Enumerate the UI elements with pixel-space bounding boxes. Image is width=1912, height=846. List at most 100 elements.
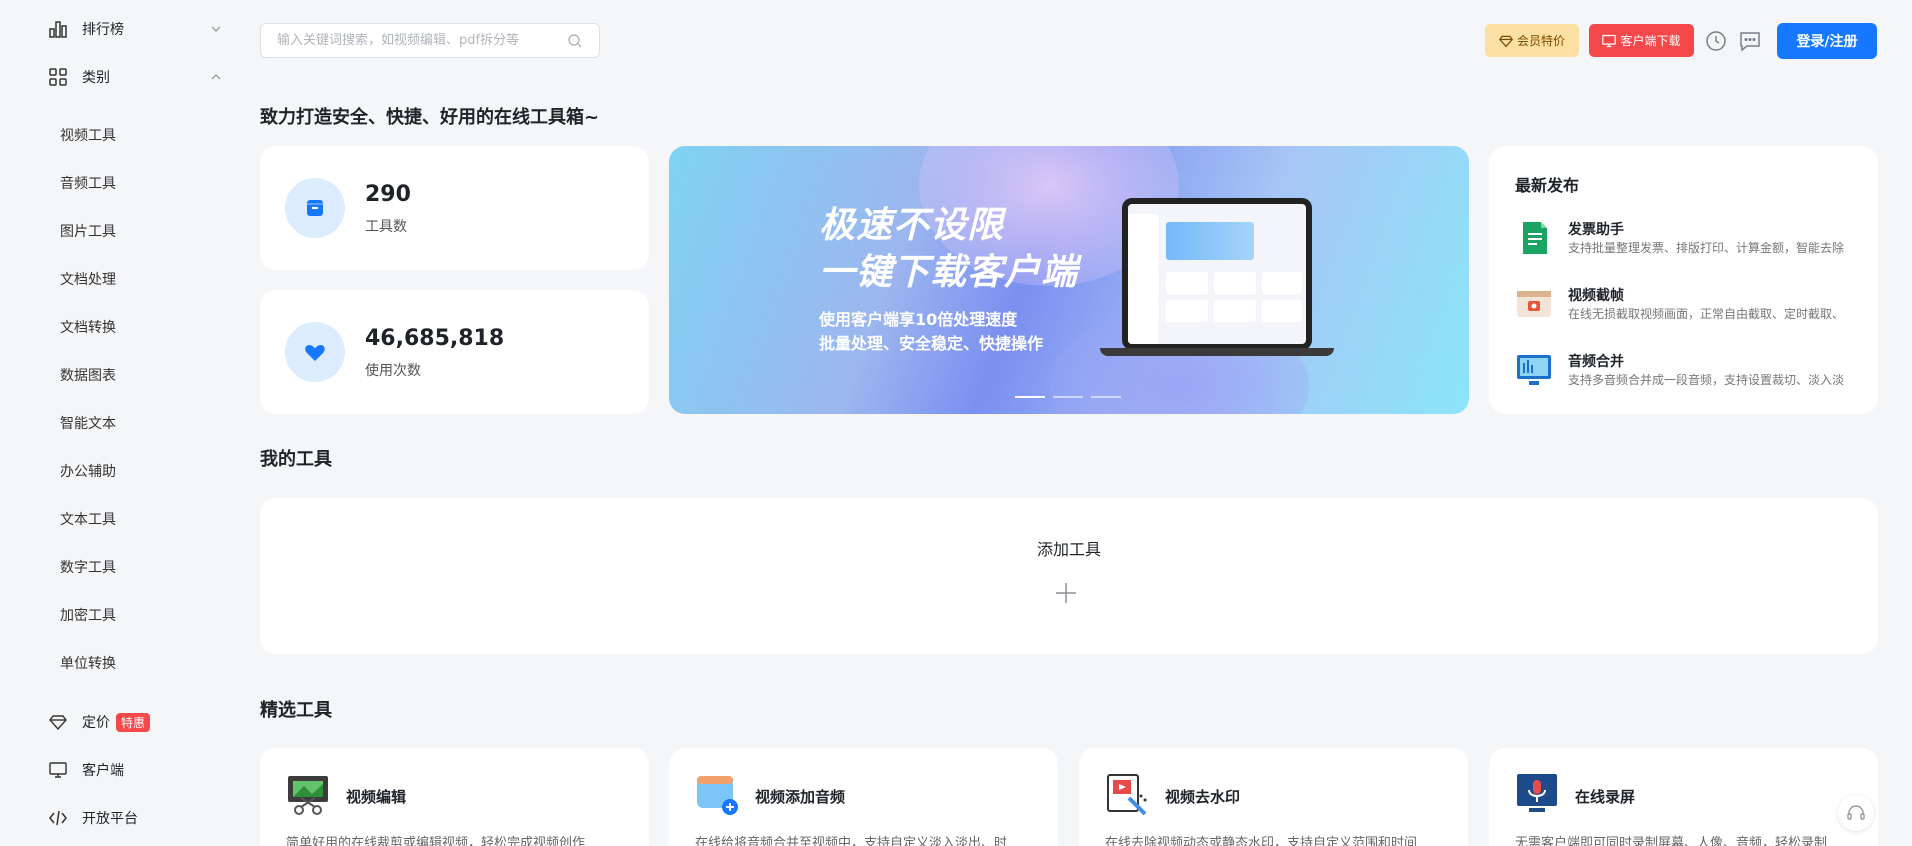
chevron-up-icon <box>211 74 221 80</box>
featured-tools-title: 精选工具 <box>260 700 332 721</box>
stat-icon-circle <box>285 322 345 382</box>
sidebar-item-video-tools[interactable]: 视频工具 <box>60 121 116 149</box>
login-register-button[interactable]: 登录/注册 <box>1777 23 1877 59</box>
client-download-button[interactable]: 客户端下载 <box>1589 24 1694 57</box>
heart-icon <box>305 345 325 361</box>
video-edit-icon <box>288 776 328 815</box>
tool-name: 视频去水印 <box>1165 788 1241 806</box>
sidebar-item-label: 类别 <box>82 70 110 86</box>
sidebar-item-number-tools[interactable]: 数字工具 <box>60 553 116 581</box>
client-download-label: 客户端下载 <box>1620 34 1681 48</box>
search-bar <box>260 23 600 58</box>
audio-merge-icon <box>1517 355 1551 385</box>
sidebar-item-label: 排行榜 <box>82 22 124 38</box>
banner-headline: 极速不设限 <box>819 205 1005 246</box>
plus-icon[interactable] <box>1055 582 1077 604</box>
carousel-indicators <box>1015 396 1121 398</box>
tool-desc: 简单好用的在线裁剪或编辑视频，轻松完成视频创作 <box>286 836 586 846</box>
carousel-dot[interactable] <box>1053 396 1083 398</box>
add-tool-card[interactable]: 添加工具 <box>260 498 1878 654</box>
history-icon[interactable] <box>1704 29 1728 53</box>
sidebar-item-office-assist[interactable]: 办公辅助 <box>60 457 116 485</box>
vip-discount-button[interactable]: 会员特价 <box>1485 24 1579 57</box>
video-add-audio-icon <box>697 776 738 815</box>
release-desc: 支持批量整理发票、排版打印、计算金额，智能去除 <box>1568 241 1845 255</box>
sidebar-item-pricing[interactable]: 定价 特惠 <box>48 706 151 738</box>
box-icon <box>307 200 323 216</box>
sidebar-item-text-tools[interactable]: 文本工具 <box>60 505 116 533</box>
latest-releases-card: 最新发布 发票助手 支持批量整理发票、排版打印、计算金额，智能去除 视频截帧 在… <box>1489 146 1878 414</box>
sidebar-item-data-charts[interactable]: 数据图表 <box>60 361 116 389</box>
stat-icon-circle <box>285 178 345 238</box>
banner-subtext: 使用客户端享10倍处理速度 <box>819 310 1018 329</box>
sidebar-item-document-conversion[interactable]: 文档转换 <box>60 313 116 341</box>
monitor-icon <box>1602 34 1617 47</box>
bar-chart-icon <box>48 19 68 39</box>
stat-label: 使用次数 <box>365 363 421 379</box>
search-icon[interactable] <box>567 33 583 49</box>
sidebar-item-category[interactable]: 类别 <box>48 61 221 93</box>
tool-desc: 无需客户端即可同时录制屏幕、人像、音频，轻松录制 <box>1515 836 1828 846</box>
sidebar-item-open-platform[interactable]: 开放平台 <box>48 802 138 834</box>
release-item[interactable]: 发票助手 支持批量整理发票、排版打印、计算金额，智能去除 <box>1515 219 1845 259</box>
sidebar-item-client[interactable]: 客户端 <box>48 754 124 786</box>
sidebar-item-document-processing[interactable]: 文档处理 <box>60 265 116 293</box>
banner-subtext: 批量处理、安全稳定、快捷操作 <box>819 334 1044 353</box>
latest-releases-title: 最新发布 <box>1515 176 1580 195</box>
carousel-dot[interactable] <box>1091 396 1121 398</box>
headset-icon <box>1847 805 1865 820</box>
diamond-icon <box>48 712 68 732</box>
customer-service-button[interactable] <box>1838 795 1874 831</box>
tool-card-add-audio[interactable]: 视频添加音频 在线给将音频合并至视频中，支持自定义淡入淡出、时 <box>669 748 1058 846</box>
release-desc: 支持多音频合并成一段音频，支持设置裁切、淡入淡 <box>1568 373 1845 387</box>
release-name: 视频截帧 <box>1568 288 1624 304</box>
watermark-remove-icon <box>1107 774 1147 816</box>
laptop-illustration <box>1100 198 1334 358</box>
release-desc: 在线无损截取视频画面，正常自由截取、定时截取、 <box>1568 307 1845 321</box>
invoice-icon <box>1523 222 1547 254</box>
sidebar-item-ranking[interactable]: 排行榜 <box>48 13 221 45</box>
vip-discount-label: 会员特价 <box>1516 34 1565 48</box>
release-item[interactable]: 视频截帧 在线无损截取视频画面，正常自由截取、定时截取、 <box>1515 285 1845 325</box>
tool-card-screen-record[interactable]: 在线录屏 无需客户端即可同时录制屏幕、人像、音频，轻松录制 <box>1489 748 1878 846</box>
screen-record-icon <box>1517 774 1557 812</box>
promo-badge: 特惠 <box>116 712 151 732</box>
chevron-down-icon <box>211 26 221 32</box>
sidebar-item-label: 客户端 <box>82 763 124 779</box>
banner-headline: 一键下载客户端 <box>819 252 1079 293</box>
stat-card-tools: 290 工具数 <box>260 146 649 270</box>
stat-card-usage: 46,685,818 使用次数 <box>260 290 649 414</box>
my-tools-title: 我的工具 <box>260 449 332 470</box>
release-name: 音频合并 <box>1568 354 1624 370</box>
stat-value: 290 <box>365 182 411 207</box>
monitor-icon <box>48 760 68 780</box>
stat-value: 46,685,818 <box>365 326 505 351</box>
carousel-dot[interactable] <box>1015 396 1045 398</box>
tool-card-remove-watermark[interactable]: 视频去水印 在线去除视频动态或静态水印，支持自定义范围和时间 <box>1079 748 1468 846</box>
sidebar-item-audio-tools[interactable]: 音频工具 <box>60 169 116 197</box>
release-item[interactable]: 音频合并 支持多音频合并成一段音频，支持设置裁切、淡入淡 <box>1515 351 1845 391</box>
sidebar-item-label: 定价 <box>82 715 110 731</box>
search-input[interactable] <box>277 33 567 48</box>
tool-desc: 在线去除视频动态或静态水印，支持自定义范围和时间 <box>1105 836 1418 846</box>
tool-card-video-edit[interactable]: 视频编辑 简单好用的在线裁剪或编辑视频，轻松完成视频创作 <box>260 748 649 846</box>
video-frame-icon <box>1517 291 1551 317</box>
release-name: 发票助手 <box>1568 222 1624 238</box>
sidebar-item-image-tools[interactable]: 图片工具 <box>60 217 116 245</box>
grid-icon <box>48 67 68 87</box>
tool-name: 视频添加音频 <box>755 788 846 806</box>
add-tool-label: 添加工具 <box>1036 540 1101 559</box>
tool-name: 视频编辑 <box>346 788 407 806</box>
sidebar: 排行榜 类别 视频工具 音频工具 图片工具 文档处理 文档转换 数据图表 智能文… <box>0 0 240 846</box>
sidebar-item-label: 开放平台 <box>82 811 138 827</box>
promo-banner[interactable]: 极速不设限 一键下载客户端 使用客户端享10倍处理速度 批量处理、安全稳定、快捷… <box>669 146 1469 414</box>
diamond-icon <box>1498 35 1513 47</box>
message-icon[interactable] <box>1738 29 1762 53</box>
page-tagline: 致力打造安全、快捷、好用的在线工具箱~ <box>260 107 600 128</box>
sidebar-item-smart-text[interactable]: 智能文本 <box>60 409 116 437</box>
sidebar-item-unit-conversion[interactable]: 单位转换 <box>60 649 116 677</box>
stat-label: 工具数 <box>365 219 407 235</box>
tool-desc: 在线给将音频合并至视频中，支持自定义淡入淡出、时 <box>695 836 1008 846</box>
sidebar-item-crypto-tools[interactable]: 加密工具 <box>60 601 116 629</box>
tool-name: 在线录屏 <box>1575 788 1636 806</box>
